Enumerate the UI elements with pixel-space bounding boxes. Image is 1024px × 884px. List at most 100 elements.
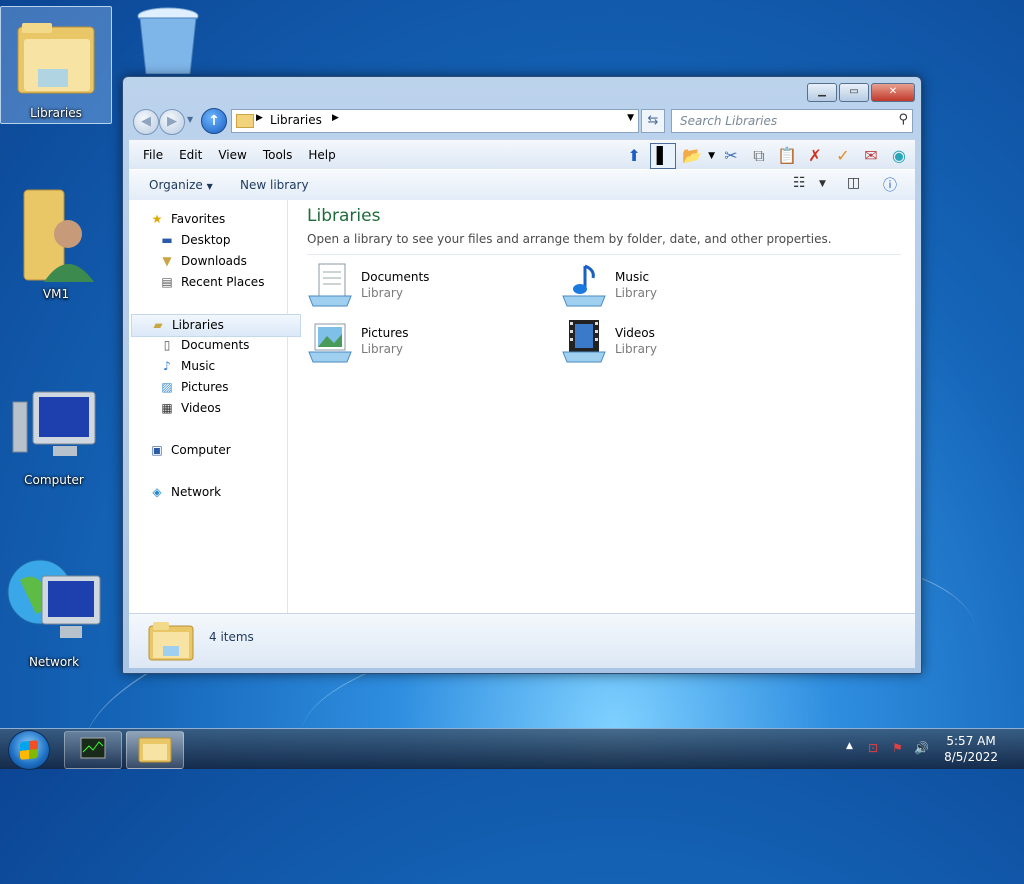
clock[interactable]: 5:57 AM 8/5/2022 xyxy=(944,733,998,765)
desktop-icon-libraries[interactable]: Libraries xyxy=(0,6,112,124)
monitor-icon xyxy=(80,737,106,759)
start-button[interactable] xyxy=(8,730,50,770)
desktop-icon-vm1[interactable]: VM1 xyxy=(8,186,104,301)
desktop-icon-computer[interactable]: Computer xyxy=(6,388,102,487)
library-videos[interactable]: Videos Library xyxy=(561,318,761,368)
library-pictures[interactable]: Pictures Library xyxy=(307,318,507,368)
copy-icon[interactable]: ⧉ xyxy=(747,144,771,168)
nav-videos[interactable]: ▦ Videos xyxy=(159,398,221,419)
library-documents[interactable]: Documents Library xyxy=(307,262,507,312)
breadcrumb-libraries[interactable]: Libraries xyxy=(270,113,322,127)
recent-pages-dropdown-icon[interactable]: ▼ xyxy=(187,115,193,124)
desktop-icon-recycle-bin[interactable] xyxy=(120,4,216,77)
paste-icon[interactable]: 📋 xyxy=(775,144,799,168)
chevron-down-icon[interactable]: ▼ xyxy=(819,179,826,189)
divider xyxy=(307,254,901,255)
chevron-right-icon[interactable]: ▶ xyxy=(256,113,263,123)
chevron-down-icon: ▼ xyxy=(206,182,213,191)
nav-label: Libraries xyxy=(172,318,224,332)
panes-icon[interactable]: ▌ xyxy=(650,143,677,169)
user-folder-icon xyxy=(23,189,94,282)
nav-pictures[interactable]: ▨ Pictures xyxy=(159,377,229,398)
explorer-window[interactable]: ▁ ▭ ✕ ◀ ▶ ▼ ↑ ▶ Libraries ▶ ▼ ⇆ Search L… xyxy=(122,76,922,674)
address-bar[interactable]: ▶ Libraries ▶ ▼ xyxy=(231,109,639,133)
desktop-icon-network[interactable]: Network xyxy=(6,550,102,669)
nav-documents[interactable]: ▯ Documents xyxy=(159,335,250,356)
email-icon[interactable]: ✉ xyxy=(859,144,883,168)
nav-label: Favorites xyxy=(171,212,226,226)
close-button[interactable]: ✕ xyxy=(871,83,915,102)
caption-buttons: ▁ ▭ ✕ xyxy=(807,83,915,102)
menu-edit[interactable]: Edit xyxy=(171,148,210,162)
help-icon[interactable]: ⓘ xyxy=(883,175,897,195)
maximize-button[interactable]: ▭ xyxy=(839,83,869,102)
windows-logo-icon xyxy=(20,740,38,760)
library-name: Music xyxy=(615,270,650,284)
page-title: Libraries xyxy=(307,206,381,226)
up-button[interactable]: ↑ xyxy=(201,108,227,134)
libraries-folder-icon xyxy=(138,737,172,763)
nav-favorites[interactable]: ★ Favorites xyxy=(149,209,226,230)
folder-options-icon[interactable]: 📂 xyxy=(680,144,704,168)
toolbar-icons: ⬆ ▌ 📂 ▼ ✂ ⧉ 📋 ✗ ✓ ✉ ◉ xyxy=(622,143,911,169)
globe-icon[interactable]: ◉ xyxy=(887,144,911,168)
music-library-icon xyxy=(562,264,606,307)
menu-file[interactable]: File xyxy=(135,148,171,162)
pictures-icon: ▨ xyxy=(161,380,173,394)
menu-items: File Edit View Tools Help xyxy=(135,148,344,162)
view-options-icon[interactable]: ☷ xyxy=(793,175,806,191)
nav-libraries[interactable]: ▰ Libraries xyxy=(131,314,301,337)
taskbar-app-task-manager[interactable] xyxy=(64,731,122,769)
nav-label: Recent Places xyxy=(181,275,265,289)
nav-label: Network xyxy=(171,485,222,499)
nav-music[interactable]: ♪ Music xyxy=(159,356,215,377)
desktop-icon-label: Libraries xyxy=(30,106,82,120)
nav-computer[interactable]: ▣ Computer xyxy=(149,440,230,461)
menu-help[interactable]: Help xyxy=(300,148,343,162)
chevron-right-icon[interactable]: ▶ xyxy=(332,113,339,123)
chevron-down-icon[interactable]: ▼ xyxy=(627,113,634,123)
preview-pane-icon[interactable]: ◫ xyxy=(847,175,860,191)
search-input[interactable]: Search Libraries ⚲ xyxy=(671,109,913,133)
taskbar-app-explorer[interactable] xyxy=(126,731,184,769)
network-icon xyxy=(7,559,101,638)
nav-desktop[interactable]: ▬ Desktop xyxy=(159,230,230,251)
search-icon[interactable]: ⚲ xyxy=(898,112,908,127)
navigation-pane: ★ Favorites ▬ Desktop ▼ Downloads ▤ Recent P… xyxy=(129,200,301,613)
star-icon: ★ xyxy=(151,212,163,226)
volume-icon[interactable]: 🔊 xyxy=(914,741,929,755)
downloads-icon: ▼ xyxy=(162,254,172,268)
nav-network[interactable]: ◈ Network xyxy=(149,482,221,503)
forward-button[interactable]: ▶ xyxy=(159,109,185,135)
window-body: ★ Favorites ▬ Desktop ▼ Downloads ▤ Recent P… xyxy=(129,200,915,613)
cut-icon[interactable]: ✂ xyxy=(719,144,743,168)
library-name: Pictures xyxy=(361,326,409,340)
new-library-button[interactable]: New library xyxy=(240,178,309,192)
back-button[interactable]: ◀ xyxy=(133,109,159,135)
nav-recent-places[interactable]: ▤ Recent Places xyxy=(159,272,264,293)
nav-label: Videos xyxy=(181,401,221,415)
nav-label: Downloads xyxy=(181,254,247,268)
library-music[interactable]: Music Library xyxy=(561,262,761,312)
music-icon: ♪ xyxy=(163,359,171,373)
menu-tools[interactable]: Tools xyxy=(255,148,301,162)
action-center-icon[interactable]: ⚑ xyxy=(892,741,903,755)
organize-button[interactable]: Organize ▼ xyxy=(149,178,213,192)
desktop-icon-label: Network xyxy=(28,655,80,669)
show-hidden-icons-icon[interactable]: ▲ xyxy=(846,741,853,751)
properties-check-icon[interactable]: ✓ xyxy=(831,144,855,168)
content-pane: Libraries Open a library to see your fil… xyxy=(289,200,915,613)
network-status-icon[interactable]: ⊡ xyxy=(868,741,878,755)
recycle-bin-icon xyxy=(137,7,199,75)
nav-downloads[interactable]: ▼ Downloads xyxy=(159,251,247,272)
delete-icon[interactable]: ✗ xyxy=(803,144,827,168)
menu-bar: File Edit View Tools Help ⬆ ▌ 📂 ▼ ✂ ⧉ 📋 … xyxy=(129,139,915,170)
refresh-button[interactable]: ⇆ xyxy=(641,109,665,133)
chevron-down-icon[interactable]: ▼ xyxy=(708,151,715,161)
libraries-folder-icon: ▰ xyxy=(153,318,163,332)
library-type: Library xyxy=(615,342,657,356)
minimize-button[interactable]: ▁ xyxy=(807,83,837,102)
up-arrow-icon[interactable]: ⬆ xyxy=(622,144,646,168)
nav-label: Pictures xyxy=(181,380,229,394)
menu-view[interactable]: View xyxy=(210,148,254,162)
